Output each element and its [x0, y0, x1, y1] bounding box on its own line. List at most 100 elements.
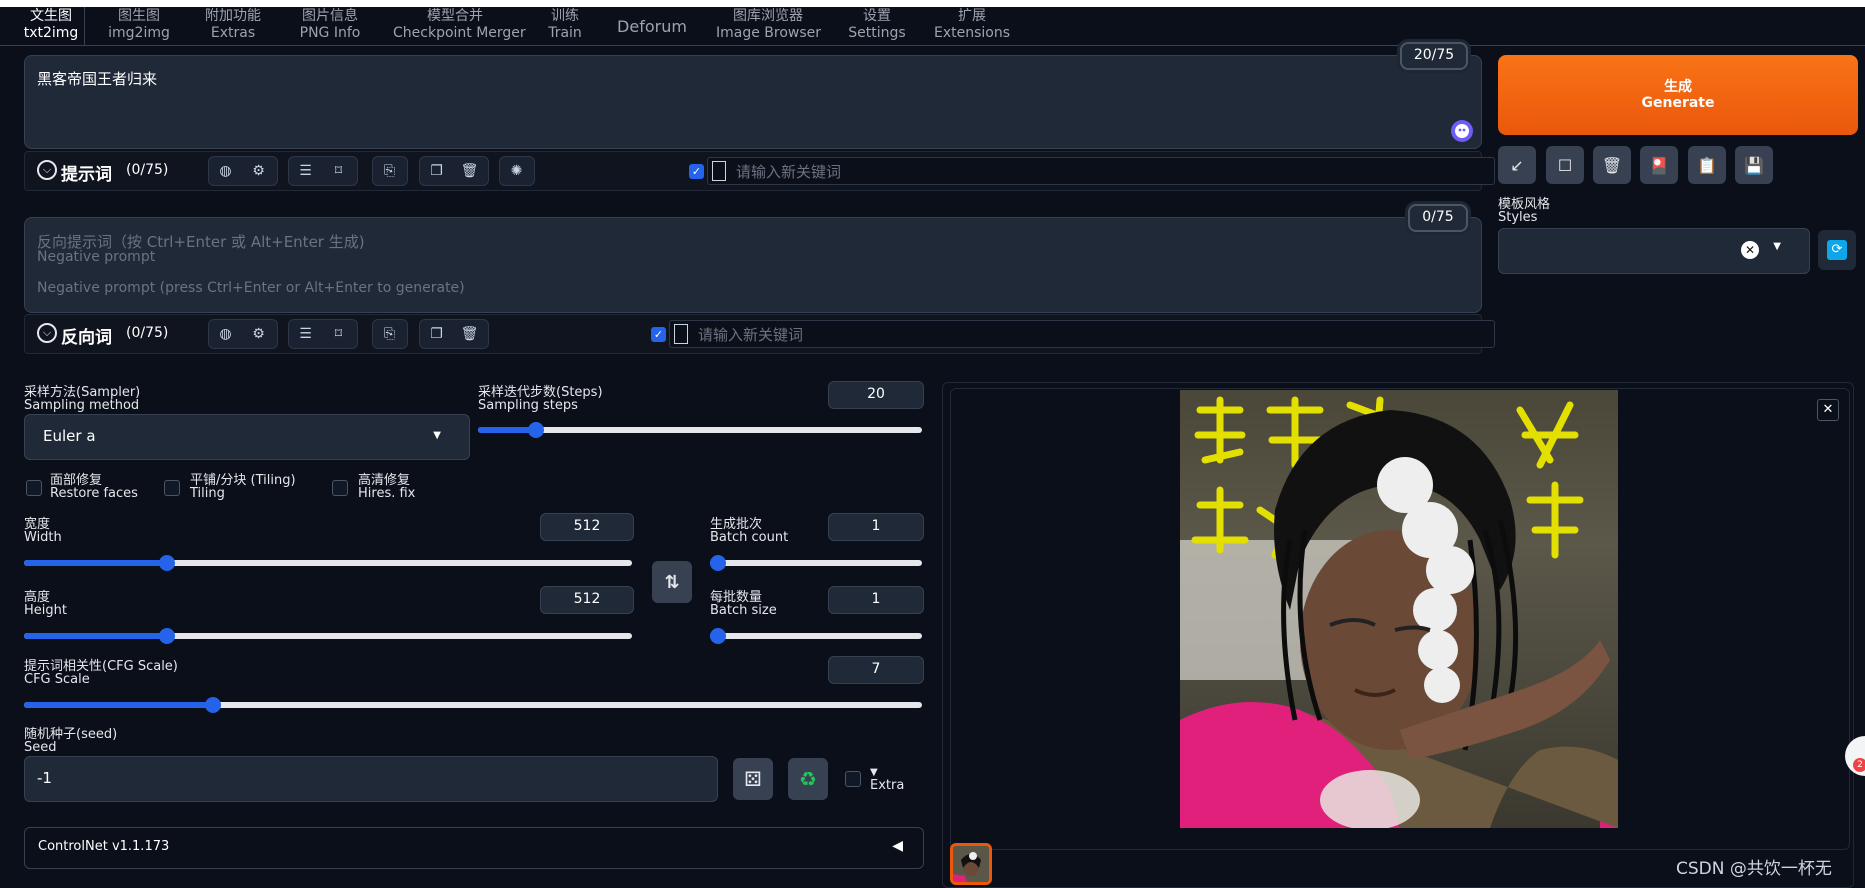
negative-prompt-textarea[interactable]: 反向提示词（按 Ctrl+Enter 或 Alt+Enter 生成) Negat… [24, 217, 1482, 313]
tab-label-en: txt2img [23, 25, 79, 41]
history-icon[interactable]: ☰ [289, 157, 322, 185]
prompt-tool-group-1: ◍ ⚙ [208, 156, 278, 186]
controlnet-accordion[interactable]: ControlNet v1.1.173 ◀ [24, 827, 924, 869]
apply-style-button[interactable]: 📋 [1688, 146, 1726, 184]
tab-txt2img[interactable]: 文生图 txt2img [18, 7, 85, 46]
copy-icon[interactable]: ❐ [420, 157, 453, 185]
prompt-section-label: 提示词 [61, 165, 112, 185]
seed-input[interactable]: -1 [24, 756, 718, 802]
chevron-down-icon[interactable]: ▼ [1773, 241, 1781, 252]
tab-extras[interactable]: 附加功能 Extras [198, 7, 268, 46]
steps-slider[interactable] [478, 422, 922, 438]
tab-label-en: Settings [848, 25, 906, 41]
tab-label-cn: 附加功能 [205, 8, 261, 24]
refresh-styles-button[interactable]: ⟳ [1818, 230, 1856, 270]
slider-thumb[interactable] [158, 628, 175, 644]
steps-label: 采样迭代步数(Steps) Sampling steps [478, 386, 603, 412]
tab-settings[interactable]: 设置 Settings [846, 7, 908, 46]
cfg-slider[interactable] [24, 697, 922, 713]
sampler-label: 采样方法(Sampler) Sampling method [24, 386, 140, 412]
batch-count-input[interactable]: 1 [828, 513, 924, 541]
batch-size-slider[interactable] [710, 628, 922, 644]
save-style-button[interactable]: 💾 [1735, 146, 1773, 184]
paste-params-button[interactable]: ↙ [1498, 146, 1536, 184]
tab-png-info[interactable]: 图片信息 PNG Info [295, 7, 365, 46]
tab-extensions[interactable]: 扩展 Extensions [932, 7, 1012, 46]
width-slider[interactable] [24, 555, 632, 571]
tab-img2img[interactable]: 图生图 img2img [108, 7, 170, 46]
chevron-down-icon[interactable]: ⌵ [37, 160, 57, 180]
batch-size-input[interactable]: 1 [828, 586, 924, 614]
openai-icon[interactable]: ✺ [500, 157, 533, 185]
hires-fix-checkbox[interactable] [332, 480, 348, 496]
cfg-input[interactable]: 7 [828, 656, 924, 684]
sampler-dropdown[interactable]: Euler a ▼ [24, 414, 470, 460]
copy-icon[interactable]: ❐ [420, 320, 453, 348]
negative-section-count: (0/75) [126, 325, 169, 341]
text-cursor-icon [712, 161, 726, 181]
height-slider[interactable] [24, 628, 632, 644]
keyword-checkbox[interactable]: ✓ [689, 164, 704, 179]
tab-label-en: Extensions [933, 25, 1011, 41]
bookmark-icon[interactable]: ⌑ [322, 157, 355, 185]
translate-icon[interactable]: ⎘ [373, 157, 406, 185]
negative-keyword-input[interactable]: 请输入新关键词 [669, 320, 1495, 348]
tab-train[interactable]: 训练 Train [540, 7, 590, 46]
slider-thumb[interactable] [710, 555, 726, 571]
sampler-value: Euler a [43, 427, 96, 445]
prompt-tool-group-3: ⎘ [372, 156, 408, 186]
swap-dimensions-button[interactable]: ⇅ [652, 561, 692, 603]
tab-deforum[interactable]: Deforum [612, 7, 692, 46]
gear-icon[interactable]: ⚙ [242, 320, 275, 348]
tab-label-cn: 设置 [863, 8, 891, 24]
slider-thumb[interactable] [158, 555, 175, 571]
prompt-text: 黑客帝国王者归来 [37, 70, 158, 88]
batch-size-label: 每批数量 Batch size [710, 591, 777, 617]
slider-thumb[interactable] [527, 422, 544, 438]
generate-button[interactable]: 生成 Generate [1498, 55, 1858, 135]
slider-thumb[interactable] [204, 697, 221, 713]
translate-icon[interactable]: ⎘ [373, 320, 406, 348]
gear-icon[interactable]: ⚙ [242, 157, 275, 185]
trash-icon[interactable]: 🗑 [453, 320, 486, 348]
steps-input[interactable]: 20 [828, 381, 924, 409]
negative-keyword-checkbox[interactable]: ✓ [651, 327, 666, 342]
tab-bar: 文生图 txt2img 图生图 img2img 附加功能 Extras 图片信息… [0, 7, 1865, 46]
trash-icon[interactable]: 🗑 [453, 157, 486, 185]
image-thumbnail[interactable] [950, 843, 992, 885]
height-input[interactable]: 512 [540, 586, 634, 614]
extra-networks-button[interactable]: 🎴 [1640, 146, 1678, 184]
width-input[interactable]: 512 [540, 513, 634, 541]
clear-icon[interactable]: ✕ [1741, 241, 1759, 259]
tiling-checkbox[interactable] [164, 480, 180, 496]
extra-seed-label: ▼ Extra [870, 766, 904, 792]
reuse-seed-button[interactable]: ♻ [788, 758, 828, 800]
trash-button[interactable]: 🗑 [1593, 146, 1631, 184]
bookmark-icon[interactable]: ⌑ [322, 320, 355, 348]
chevron-down-icon[interactable]: ⌵ [37, 323, 57, 343]
save-icon: 💾 [1744, 155, 1764, 175]
tab-label-cn: 图库浏览器 [733, 8, 803, 24]
tab-checkpoint-merger[interactable]: 模型合并 Checkpoint Merger [393, 7, 526, 46]
slider-thumb[interactable] [710, 628, 726, 644]
extra-seed-checkbox[interactable] [845, 771, 861, 787]
clear-prompt-button[interactable]: ☐ [1546, 146, 1584, 184]
globe-icon[interactable]: ◍ [209, 320, 242, 348]
prompt-textarea[interactable]: 黑客帝国王者归来 [24, 55, 1482, 149]
refresh-icon: ⟳ [1827, 240, 1847, 260]
styles-dropdown[interactable]: ✕ ▼ [1498, 228, 1810, 274]
assistant-icon[interactable] [1451, 120, 1473, 142]
slider-fill [24, 633, 167, 639]
tab-image-browser[interactable]: 图库浏览器 Image Browser [716, 7, 821, 46]
checkbox-label-en: Tiling [190, 486, 225, 501]
batch-count-slider[interactable] [710, 555, 922, 571]
random-seed-button[interactable]: ⚄ [733, 758, 773, 800]
controlnet-label: ControlNet v1.1.173 [38, 839, 170, 854]
history-icon[interactable]: ☰ [289, 320, 322, 348]
restore-faces-checkbox[interactable] [26, 480, 42, 496]
globe-icon[interactable]: ◍ [209, 157, 242, 185]
close-image-button[interactable]: ✕ [1817, 399, 1839, 421]
recycle-icon: ♻ [799, 767, 817, 791]
generated-image[interactable] [1180, 390, 1618, 828]
keyword-input[interactable]: 请输入新关键词 [707, 157, 1495, 185]
